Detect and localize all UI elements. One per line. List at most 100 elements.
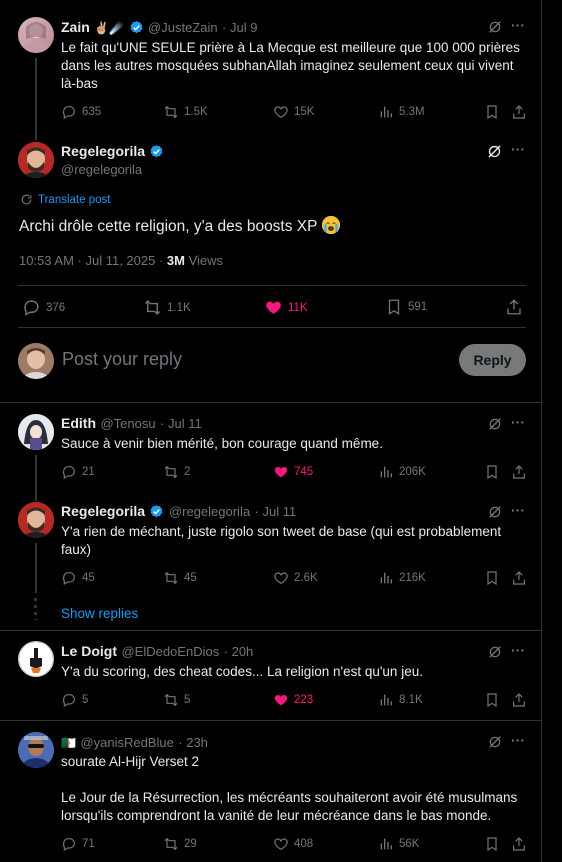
repost-count: 1.1K xyxy=(167,301,191,314)
share-icon[interactable] xyxy=(511,836,527,857)
bookmark-action[interactable]: 591 xyxy=(385,298,427,316)
more-options-icon[interactable]: ··· xyxy=(511,732,525,748)
display-name[interactable]: Edith xyxy=(61,415,96,431)
repost-action[interactable]: 45 xyxy=(163,570,197,586)
like-action[interactable]: 15K xyxy=(273,104,314,120)
display-name[interactable]: Regelegorila xyxy=(61,143,145,159)
reply-icon xyxy=(62,694,75,708)
reply-count: 635 xyxy=(82,106,102,118)
repost-icon xyxy=(164,465,178,479)
reply-action[interactable]: 5 xyxy=(61,692,88,708)
post-time[interactable]: · Jul 9 xyxy=(222,20,257,35)
conversation-column: Zain ✌🏼☄️ @JusteZain · Jul 9 ··· Le fait… xyxy=(0,0,542,862)
post-time[interactable]: · 20h xyxy=(224,644,254,659)
thread-line xyxy=(35,543,37,593)
reply-action[interactable]: 635 xyxy=(61,104,101,120)
post-time[interactable]: · Jul 11 xyxy=(255,504,297,519)
repost-count: 45 xyxy=(184,572,197,584)
more-options-icon[interactable]: ··· xyxy=(511,17,525,33)
repost-action[interactable]: 2 xyxy=(163,464,190,480)
repost-action[interactable]: 5 xyxy=(163,692,190,708)
avatar[interactable] xyxy=(18,502,54,538)
like-action[interactable]: 2.6K xyxy=(273,570,318,586)
bookmark-icon[interactable] xyxy=(484,836,500,857)
post-time[interactable]: · Jul 11 xyxy=(160,416,202,431)
like-action[interactable]: 223 xyxy=(273,692,313,708)
share-icon[interactable] xyxy=(511,104,527,125)
repost-count: 1.5K xyxy=(184,106,208,118)
like-count: 223 xyxy=(294,694,314,706)
avatar[interactable] xyxy=(18,17,54,53)
grok-icon[interactable] xyxy=(487,144,502,164)
handle[interactable]: @regelegorila xyxy=(61,162,142,177)
more-options-icon[interactable]: ··· xyxy=(511,414,525,430)
grok-icon[interactable] xyxy=(488,417,502,436)
grok-icon[interactable] xyxy=(488,505,502,524)
like-action[interactable]: 408 xyxy=(273,836,313,852)
views-icon xyxy=(380,572,392,584)
views-action[interactable]: 5.3M xyxy=(378,104,425,120)
verified-badge-icon xyxy=(129,20,144,40)
handle[interactable]: @yanisRedBlue xyxy=(80,735,173,750)
thread-line xyxy=(35,455,37,501)
bookmark-icon[interactable] xyxy=(484,570,500,591)
reply-action[interactable]: 21 xyxy=(61,464,95,480)
display-name[interactable]: Le Doigt xyxy=(61,643,117,659)
display-name[interactable]: Regelegorila xyxy=(61,503,145,519)
grok-icon[interactable] xyxy=(488,735,502,754)
handle[interactable]: @Tenosu xyxy=(100,416,155,431)
verified-badge-icon xyxy=(149,144,164,164)
translate-post-link[interactable]: Translate post xyxy=(20,193,110,206)
divider xyxy=(0,720,542,721)
views-action[interactable]: 206K xyxy=(378,464,426,480)
share-icon[interactable] xyxy=(505,298,523,321)
user-avatar[interactable] xyxy=(18,343,54,379)
reply-action[interactable]: 45 xyxy=(61,570,95,586)
handle[interactable]: @JusteZain xyxy=(148,20,218,35)
show-replies-link[interactable]: Show replies xyxy=(61,606,138,621)
translate-label: Translate post xyxy=(38,193,111,206)
reply-action[interactable]: 376 xyxy=(22,298,65,317)
like-action[interactable]: 745 xyxy=(273,464,313,480)
share-icon[interactable] xyxy=(511,464,527,485)
thread-line xyxy=(35,58,37,140)
repost-action[interactable]: 1.1K xyxy=(143,298,191,317)
views-action[interactable]: 216K xyxy=(378,570,426,586)
post-time[interactable]: · 23h xyxy=(178,735,208,750)
avatar[interactable] xyxy=(18,732,54,768)
main-tweet-text: Archi drôle cette religion, y'a des boos… xyxy=(19,218,318,235)
share-icon[interactable] xyxy=(511,692,527,713)
repost-action[interactable]: 1.5K xyxy=(163,104,208,120)
views-action[interactable]: 56K xyxy=(378,836,419,852)
post-timestamp[interactable]: 10:53 AM · Jul 11, 2025 · xyxy=(19,253,167,268)
avatar[interactable] xyxy=(18,641,54,677)
handle[interactable]: @regelegorila xyxy=(169,504,250,519)
avatar[interactable] xyxy=(18,414,54,450)
repost-action[interactable]: 29 xyxy=(163,836,197,852)
display-name[interactable]: Zain xyxy=(61,19,90,35)
bookmark-icon[interactable] xyxy=(484,692,500,713)
grok-icon[interactable] xyxy=(488,645,502,664)
grok-icon[interactable] xyxy=(488,20,502,39)
repost-icon xyxy=(164,837,178,851)
repost-icon xyxy=(144,300,161,315)
tweet-text: sourate Al-Hijr Verset 2 xyxy=(61,754,200,769)
like-action[interactable]: 11K xyxy=(264,298,308,317)
repost-count: 29 xyxy=(184,838,197,850)
avatar[interactable] xyxy=(18,142,54,178)
more-options-icon[interactable]: ··· xyxy=(511,502,525,518)
views-count: 5.3M xyxy=(399,106,425,118)
share-icon[interactable] xyxy=(511,570,527,591)
handle[interactable]: @ElDedoEnDios xyxy=(121,644,219,659)
reply-action[interactable]: 71 xyxy=(61,836,95,852)
bookmark-icon[interactable] xyxy=(484,464,500,485)
reply-button[interactable]: Reply xyxy=(459,344,526,376)
more-options-icon[interactable]: ··· xyxy=(511,141,525,157)
divider xyxy=(18,285,526,286)
tweet-header: Zain ✌🏼☄️ @JusteZain · Jul 9 xyxy=(61,19,257,40)
bookmark-icon[interactable] xyxy=(484,104,500,125)
more-options-icon[interactable]: ··· xyxy=(511,642,525,658)
views-action[interactable]: 8.1K xyxy=(378,692,423,708)
views-label: Views xyxy=(184,253,224,268)
reply-input[interactable]: Post your reply xyxy=(62,349,442,370)
